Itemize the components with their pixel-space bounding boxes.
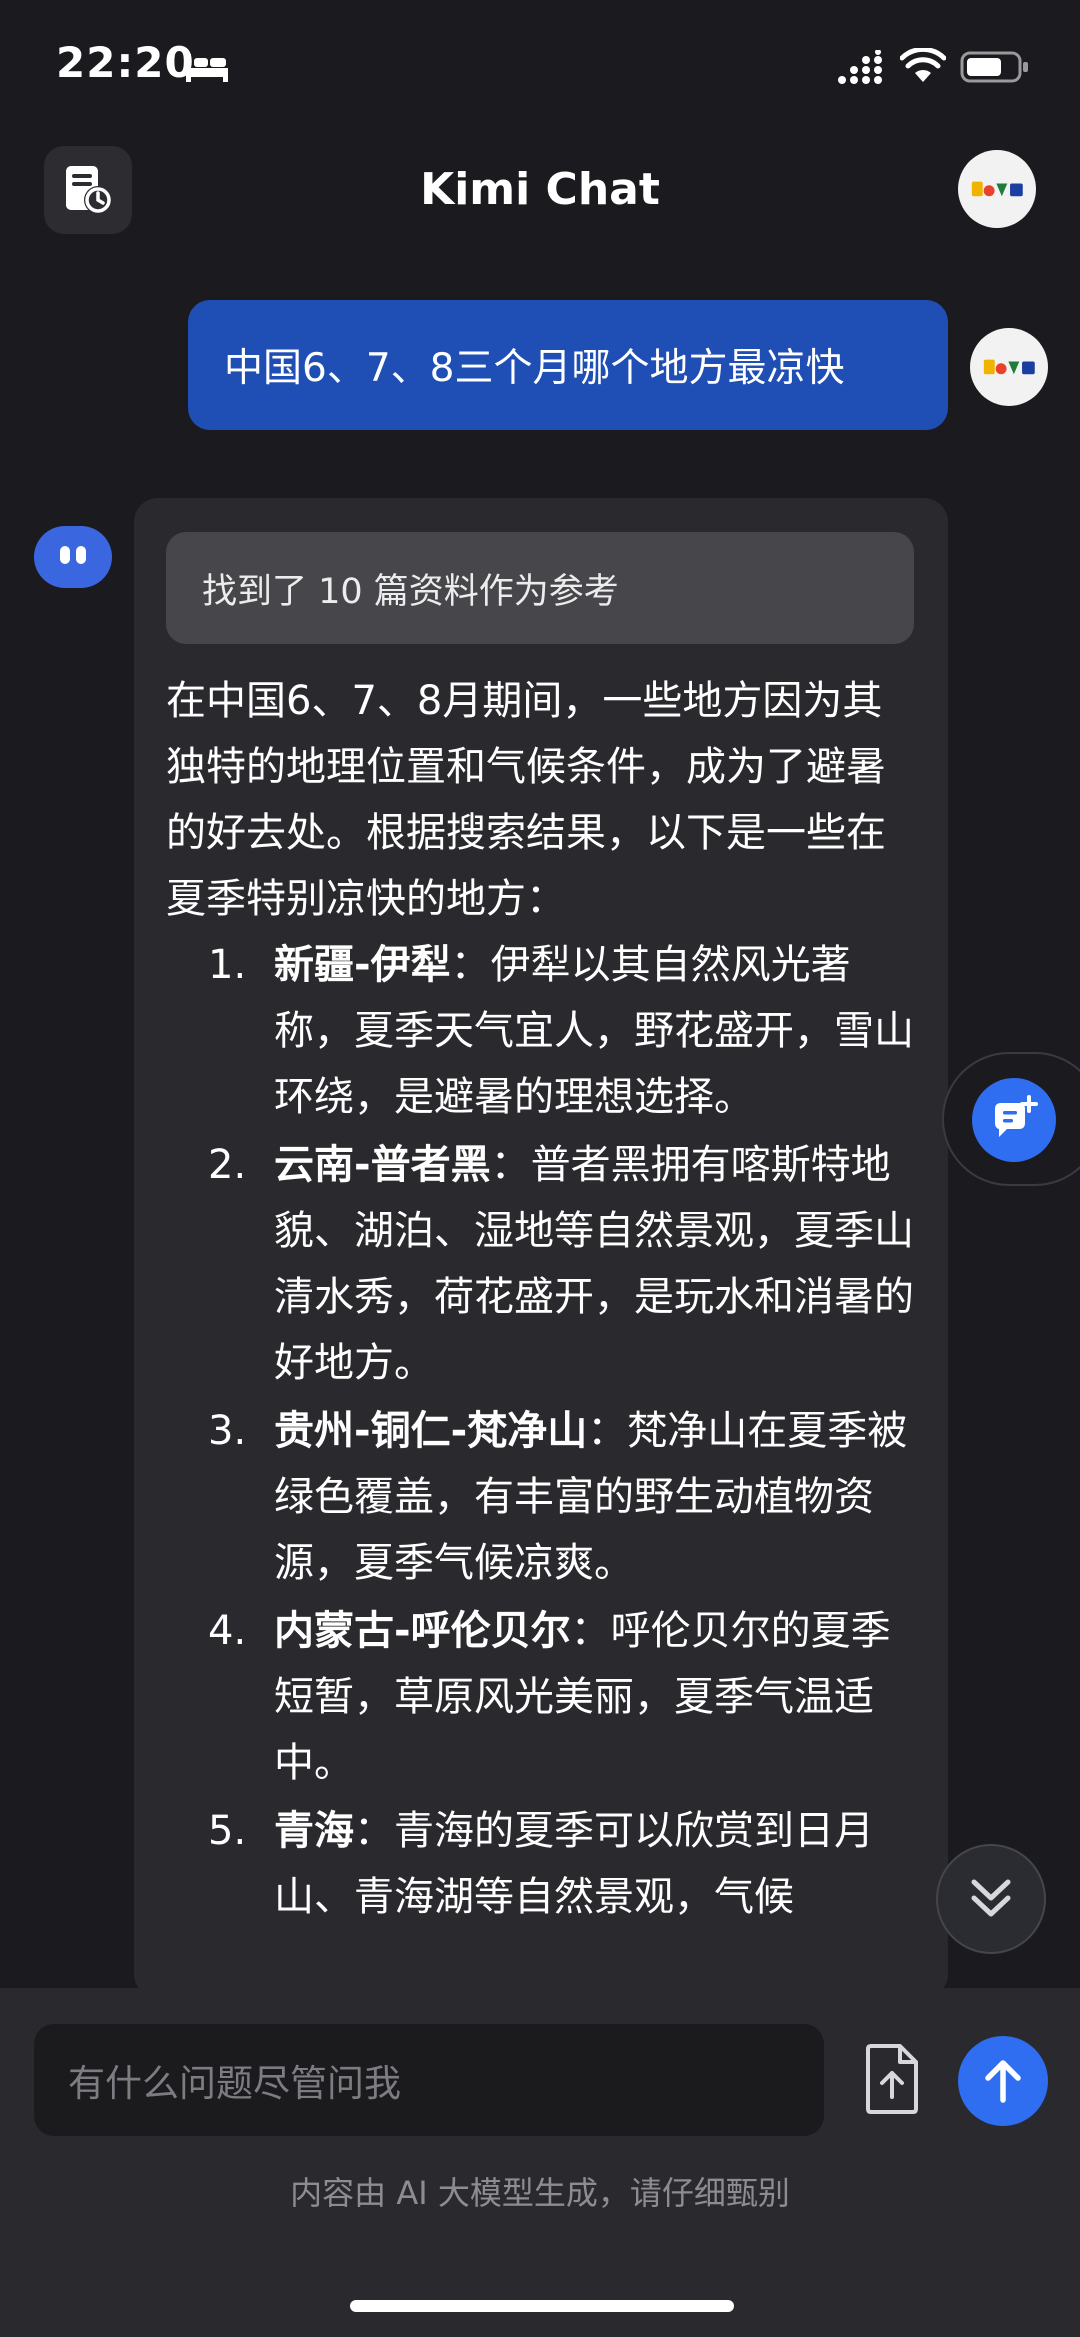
battery-icon [960, 51, 1028, 83]
answer-item: 2. 云南-普者黑：普者黑拥有喀斯特地貌、湖泊、湿地等自然景观，夏季山清水秀，荷花… [166, 1132, 916, 1396]
bot-eye-right [76, 546, 86, 564]
item-name: 新疆-伊犁 [274, 942, 451, 988]
user-message-bubble: 中国6、7、8三个月哪个地方最凉快 [188, 300, 948, 430]
message-input[interactable]: 有什么问题尽管问我 [34, 2024, 824, 2136]
answer-item: 5. 青海：青海的夏季可以欣赏到日月山、青海湖等自然景观，气候 [166, 1798, 916, 1930]
assistant-intro-text: 在中国6、7、8月期间，一些地方因为其独特的地理位置和气候条件，成为了避暑的好去… [166, 678, 886, 922]
header: Kimi Chat [0, 140, 1080, 250]
item-name: 云南-普者黑 [274, 1142, 491, 1188]
item-number: 2. [208, 1142, 247, 1188]
new-chat-icon [995, 1095, 1038, 1137]
references-label: 找到了 10 篇资料作为参考 [202, 571, 619, 612]
wifi-icon [900, 48, 946, 82]
upload-file-button[interactable] [860, 2036, 924, 2122]
message-input-placeholder: 有什么问题尽管问我 [68, 2062, 401, 2105]
ai-disclaimer: 内容由 AI 大模型生成，请仔细甄别 [290, 2174, 790, 2212]
references-button[interactable]: 找到了 10 篇资料作为参考 [166, 532, 914, 644]
item-description: ：青海的夏季可以欣赏到日月山、青海湖等自然景观，气候 [274, 1808, 874, 1920]
item-number: 3. [208, 1408, 247, 1454]
item-number: 1. [208, 942, 247, 988]
bot-eye-left [60, 546, 70, 564]
status-time: 22:20 [56, 38, 195, 87]
send-button[interactable] [958, 2036, 1048, 2126]
status-bar: 22:20 [0, 0, 1080, 130]
profile-avatar[interactable] [958, 150, 1036, 228]
item-name: 青海 [274, 1808, 354, 1854]
file-upload-icon [866, 2044, 918, 2114]
arrow-up-icon [985, 2060, 1021, 2103]
kimi-bot-avatar [34, 526, 112, 588]
answer-item: 1. 新疆-伊犁：伊犁以其自然风光著称，夏季天气宜人，野花盛开，雪山环绕，是避暑的… [166, 932, 916, 1130]
item-number: 4. [208, 1608, 247, 1654]
answer-item: 4. 内蒙古-呼伦贝尔：呼伦贝尔的夏季短暂，草原风光美丽，夏季气温适中。 [166, 1598, 916, 1796]
home-indicator[interactable] [350, 2300, 734, 2312]
assistant-message-bubble: 找到了 10 篇资料作为参考 在中国6、7、8月期间，一些地方因为其独特的地理位… [134, 498, 948, 1998]
composer-bar: 有什么问题尽管问我 内容由 AI 大模型生成，请仔细甄别 [0, 1988, 1080, 2337]
answer-item: 3. 贵州-铜仁-梵净山：梵净山在夏季被绿色覆盖，有丰富的野生动植物资源，夏季气候… [166, 1398, 916, 1596]
item-name: 贵州-铜仁-梵净山 [274, 1408, 588, 1454]
bed-icon [186, 54, 228, 82]
new-chat-button-inner [972, 1078, 1056, 1162]
cellular-signal-icon [838, 50, 882, 84]
scroll-to-bottom-button[interactable] [936, 1844, 1046, 1954]
double-chevron-down-icon [971, 1879, 1011, 1917]
user-avatar [970, 328, 1048, 406]
answer-list: 1. 新疆-伊犁：伊犁以其自然风光著称，夏季天气宜人，野花盛开，雪山环绕，是避暑的… [166, 932, 916, 1932]
item-number: 5. [208, 1808, 247, 1854]
page-title: Kimi Chat [420, 164, 660, 215]
new-chat-button[interactable] [942, 1052, 1080, 1186]
item-name: 内蒙古-呼伦贝尔 [274, 1608, 571, 1654]
user-message-text: 中国6、7、8三个月哪个地方最凉快 [224, 346, 845, 391]
kimi-chat-screen: 22:20 Kimi Chat 中国6、7、8三个月哪个地方最凉快 找到了 10… [0, 0, 1080, 2337]
